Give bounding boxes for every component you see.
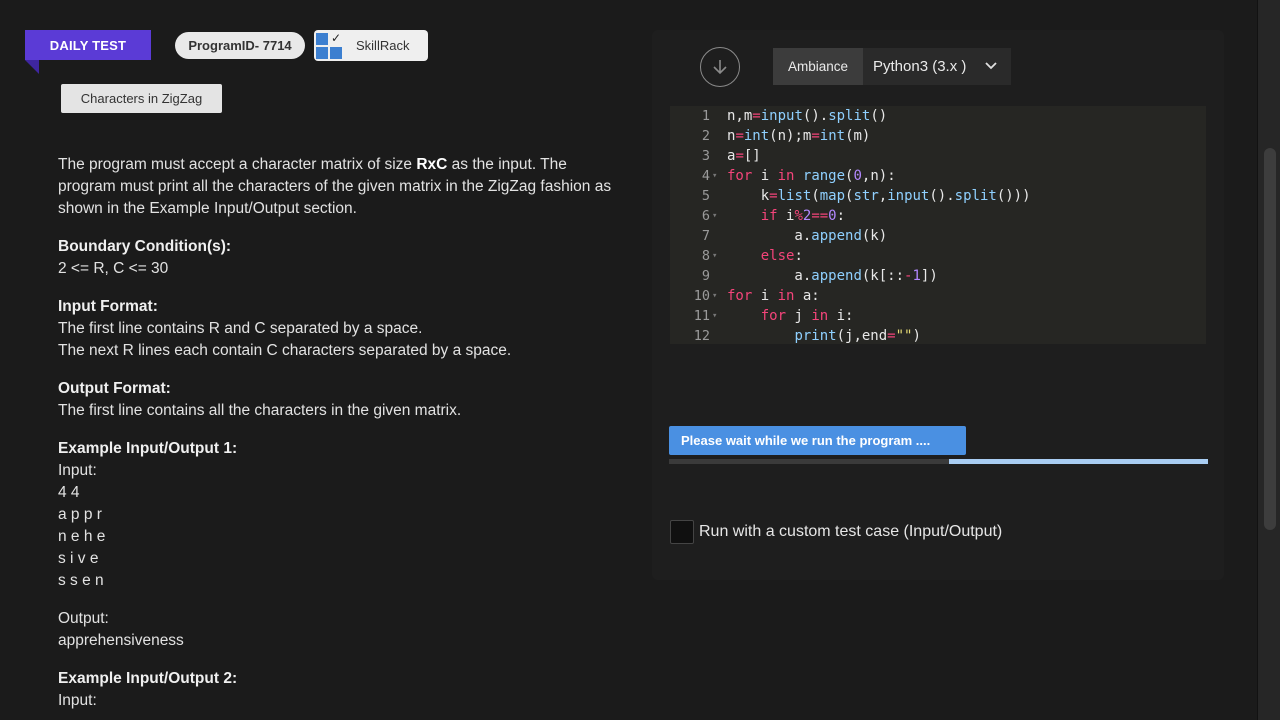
problem-description: The program must accept a character matr… [58,154,618,712]
ambiance-button[interactable]: Ambiance [773,48,863,85]
example1-input-line: 4 4 [58,484,80,501]
example1-input-label: Input: [58,462,97,479]
code-line: 10 ▾ for i in a: [693,288,820,304]
code-line: 6 ▾ if i%2==0: [701,208,846,224]
page-scrollbar[interactable] [1258,0,1280,720]
code-line: 8 ▾ else: [701,248,803,264]
skillrack-label: SkillRack [356,38,410,53]
problem-statement: The program must accept a character matr… [58,156,612,217]
check-icon: ✓ [331,30,342,45]
skillrack-grid-icon: ✓ [314,31,344,61]
example2-input-label: Input: [58,692,97,709]
daily-test-badge: DAILY TEST [25,30,151,60]
example1-output: apprehensiveness [58,632,184,649]
custom-test-checkbox[interactable] [670,520,694,544]
fold-arrow-icon: ▾ [712,171,718,181]
example1-input-line: s s e n [58,572,104,589]
code-line: 11 ▾ for j in i: [693,308,854,324]
code-line: 4 ▾ for i in range(0,n): [701,168,896,184]
arrow-down-icon [713,60,727,75]
custom-test-case-toggle[interactable]: Run with a custom test case (Input/Outpu… [670,520,1002,544]
run-progress-fill [949,459,1208,464]
example1-output-label: Output: [58,610,109,627]
run-status-badge: Please wait while we run the program ...… [669,426,966,455]
download-button[interactable] [700,47,740,87]
output-format-heading: Output Format: [58,380,171,397]
example2-heading: Example Input/Output 2: [58,670,238,687]
badge-fold [25,60,39,74]
input-format-line: The first line contains R and C separate… [58,320,423,337]
code-line: 3 a=[] [701,148,761,164]
fold-arrow-icon: ▾ [712,311,718,321]
boundary-heading: Boundary Condition(s): [58,238,232,255]
problem-title-button[interactable]: Characters in ZigZag [61,84,222,113]
run-progress-bar [669,459,1208,464]
example1-input-line: a p p r [58,506,102,523]
code-line: 1 n,m=input().split() [701,108,888,124]
boundary-text: 2 <= R, C <= 30 [58,260,169,277]
chevron-down-icon [985,62,997,70]
program-id-pill: ProgramID- 7714 [175,32,305,59]
problem-panel: DAILY TEST ProgramID- 7714 ✓ SkillRack C… [0,0,640,720]
fold-arrow-icon: ▾ [712,251,718,261]
fold-arrow-icon: ▾ [712,291,718,301]
code-line: 2 n=int(n);m=int(m) [701,128,871,144]
code-line: 12 print(j,end="") [693,328,921,344]
example1-heading: Example Input/Output 1: [58,440,238,457]
input-format-heading: Input Format: [58,298,158,315]
scrollbar-thumb[interactable] [1264,148,1276,530]
code-line: 7 a.append(k) [701,228,888,244]
language-value: Python3 (3.x ) [873,58,967,75]
custom-test-label: Run with a custom test case (Input/Outpu… [699,523,1003,540]
example1-input-line: s i v e [58,550,99,567]
example1-input-line: n e h e [58,528,106,545]
output-format-text: The first line contains all the characte… [58,402,462,419]
skillrack-logo[interactable]: ✓ SkillRack [314,30,428,61]
code-editor[interactable]: 1 n,m=input().split() 2 n=int(n);m=int(m) … [670,106,1206,344]
code-line: 9 a.append(k[::-1]) [701,268,938,284]
input-format-line: The next R lines each contain C characte… [58,342,512,359]
code-line: 5 k=list(map(str,input().split())) [701,188,1031,204]
fold-arrow-icon: ▾ [712,211,718,221]
language-select[interactable]: Python3 (3.x ) [863,48,1011,85]
